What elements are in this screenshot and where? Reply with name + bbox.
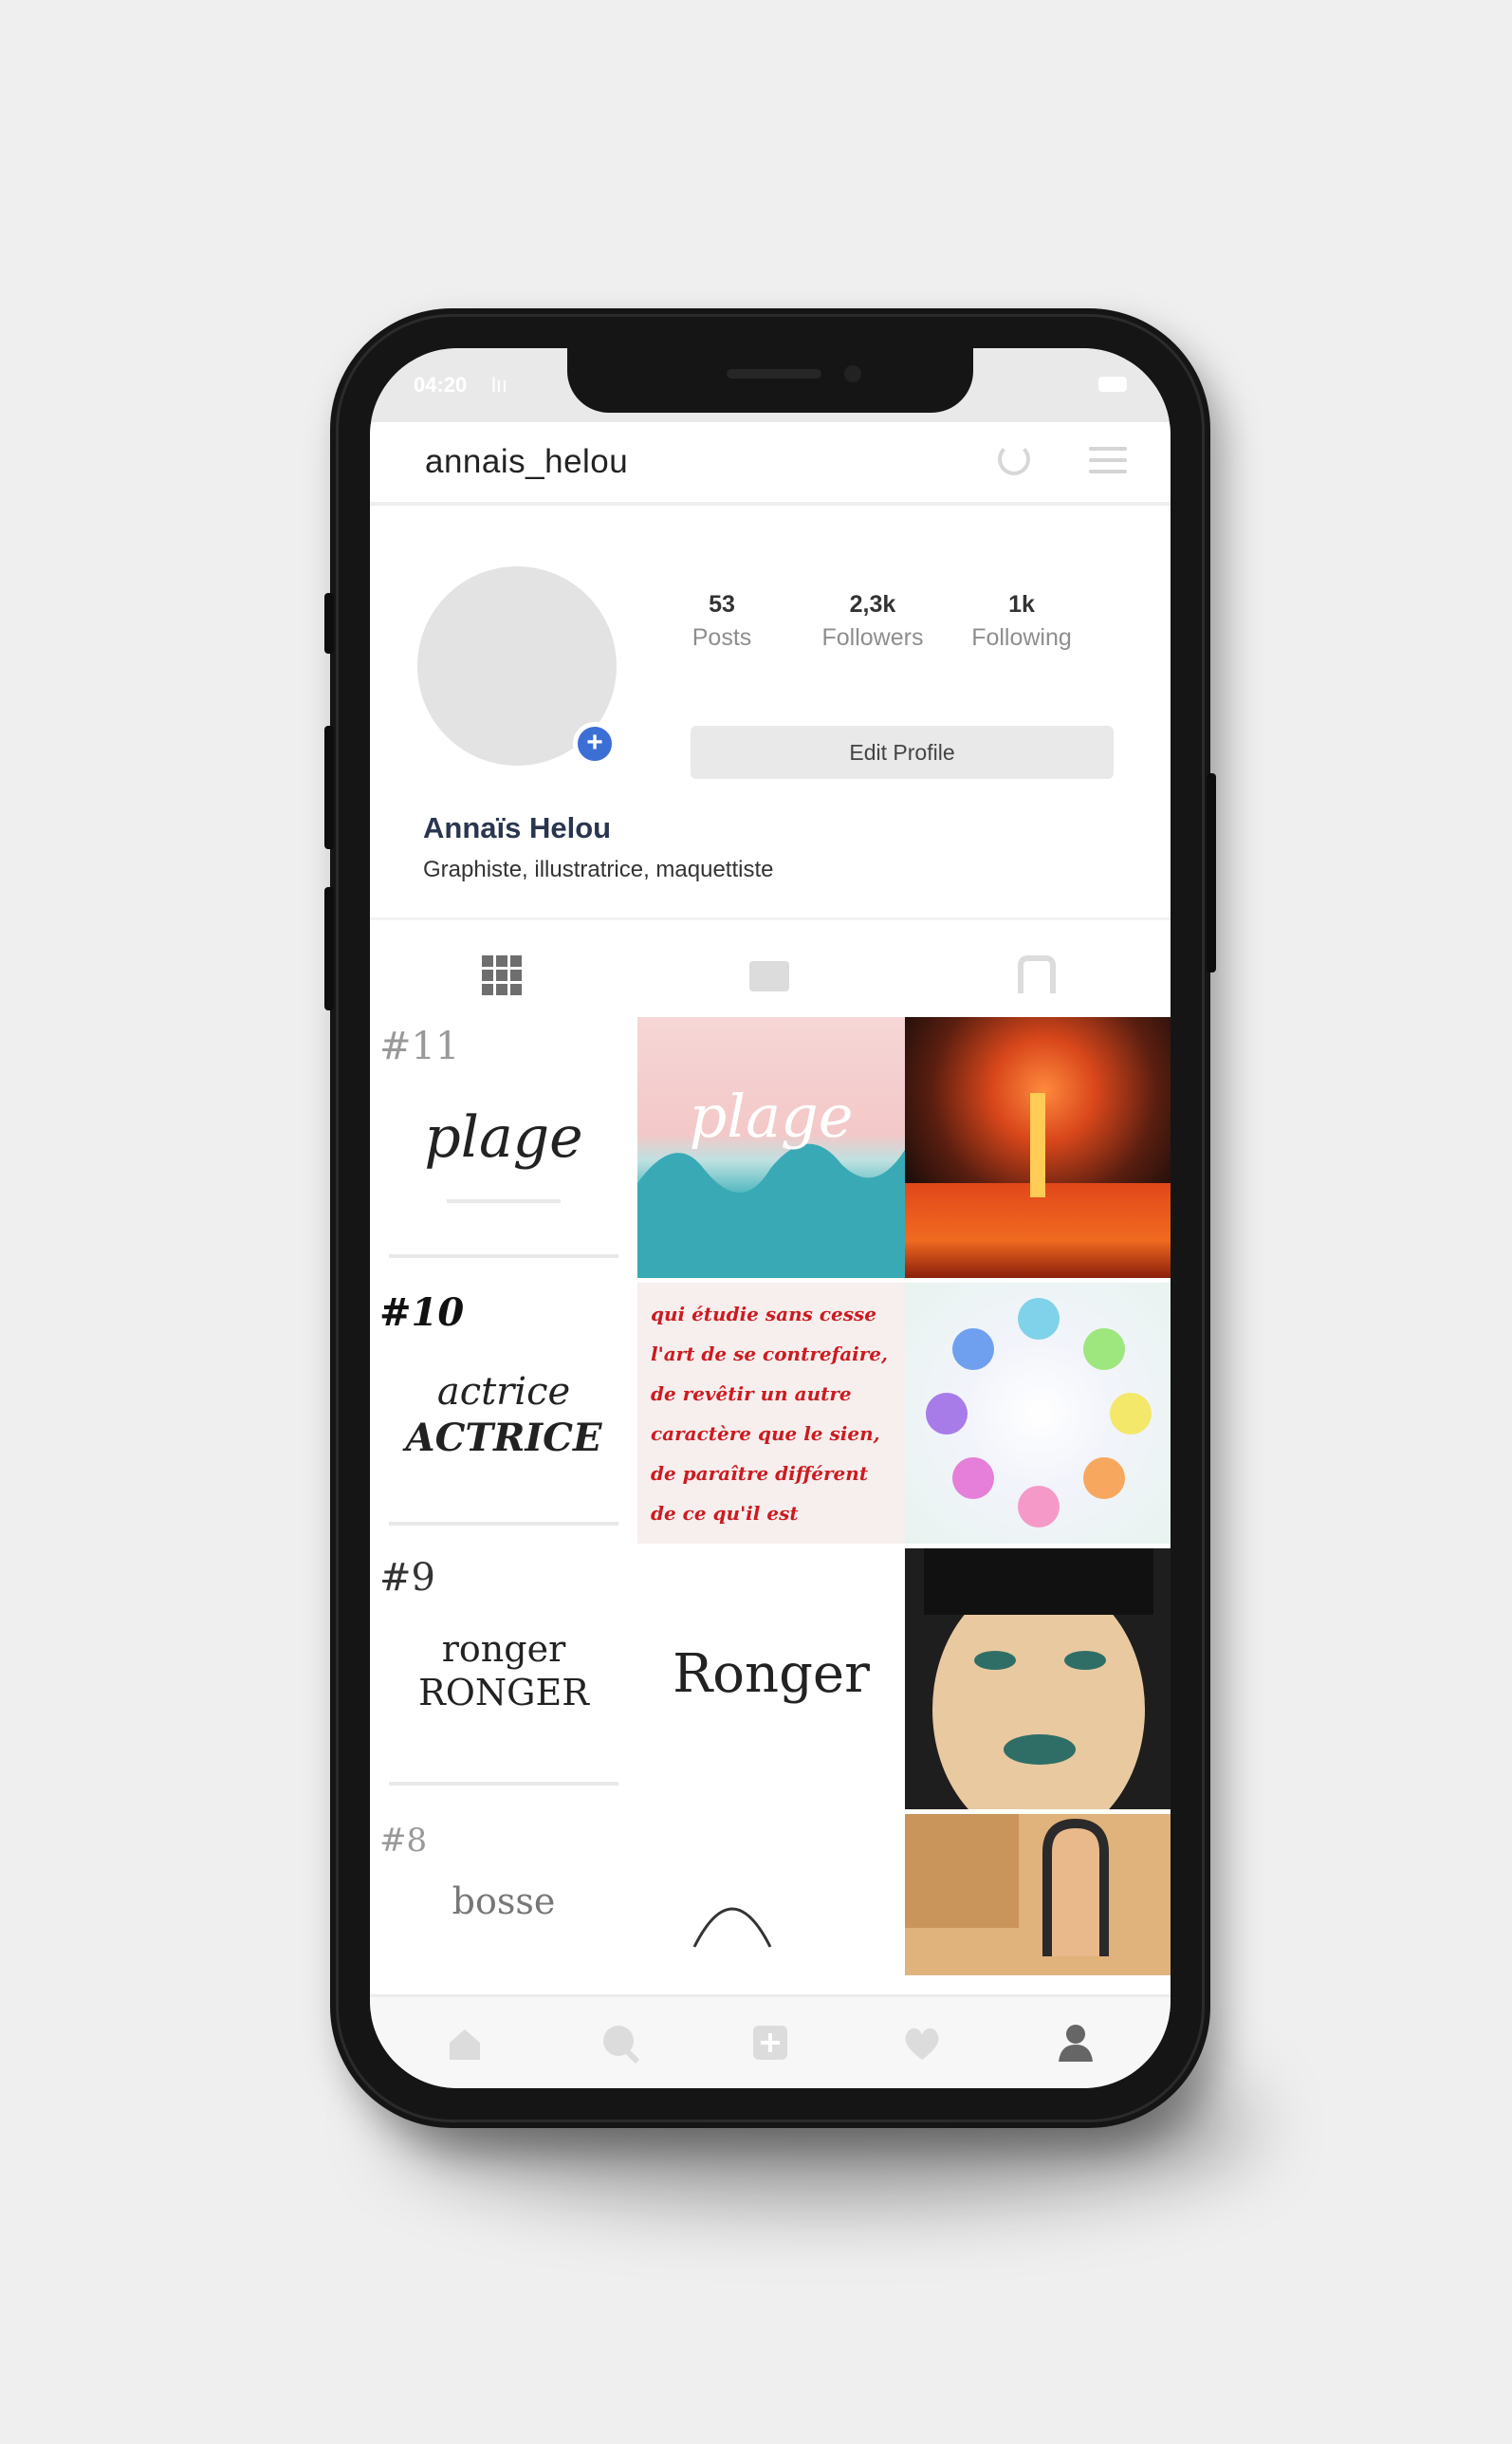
post-11-wave[interactable]: plage	[637, 1017, 905, 1278]
post-8-figure[interactable]	[905, 1814, 1171, 1975]
post-footer	[389, 1782, 618, 1786]
home-icon[interactable]	[444, 2022, 486, 2064]
username: annais_helou	[425, 443, 629, 480]
lava-flow	[905, 1183, 1171, 1278]
following-stat[interactable]: 1k Following	[950, 591, 1093, 652]
following-label: Following	[971, 624, 1072, 651]
power-button	[1207, 773, 1216, 972]
battery-icon	[1098, 377, 1127, 392]
tab-igtv[interactable]	[749, 955, 791, 997]
post-title: plage	[424, 1104, 583, 1171]
masks-illustration	[926, 1298, 1152, 1528]
tagged-icon	[1018, 955, 1056, 993]
post-number: #10	[379, 1290, 465, 1335]
edit-profile-button[interactable]: Edit Profile	[691, 726, 1114, 779]
post-caption	[447, 1199, 561, 1203]
post-title: Ronger	[673, 1643, 870, 1705]
portrait-illustration	[905, 1548, 1171, 1809]
quote-line: de paraître différent	[651, 1462, 869, 1485]
post-8-sketch[interactable]	[637, 1814, 905, 1975]
post-9-portrait[interactable]	[905, 1548, 1171, 1809]
post-number: #11	[379, 1025, 460, 1068]
front-camera	[844, 365, 861, 382]
volume-down-button	[324, 887, 334, 1010]
posts-count: 53	[709, 591, 735, 618]
post-subtitle: ACTRICE	[405, 1416, 602, 1460]
post-footer	[389, 1254, 618, 1258]
post-number: #9	[379, 1556, 435, 1600]
post-title: actrice	[436, 1370, 571, 1414]
following-count: 1k	[1008, 591, 1035, 618]
phone-screen: 04:20 lıı annais_helou + 53 Posts 2,3k F…	[370, 348, 1171, 2088]
post-title: bosse	[452, 1880, 556, 1922]
post-11-volcano[interactable]	[905, 1017, 1171, 1278]
quote-line: de revêtir un autre	[651, 1382, 852, 1405]
quote-line: de ce qu'il est	[651, 1502, 799, 1525]
post-number: #8	[379, 1822, 428, 1860]
post-title: plage	[689, 1082, 854, 1151]
post-8-title[interactable]: #8 bosse	[370, 1814, 637, 1975]
add-story-icon[interactable]: +	[573, 722, 617, 766]
tv-icon	[749, 961, 789, 991]
heart-icon[interactable]	[901, 2022, 943, 2064]
profile-name: Annaïs Helou	[423, 811, 612, 844]
post-footer	[389, 1522, 618, 1526]
silent-switch	[324, 593, 334, 654]
followers-label: Followers	[821, 624, 924, 651]
quote-line: l'art de se contrefaire,	[651, 1342, 888, 1365]
notch	[567, 348, 973, 413]
post-subtitle: RONGER	[418, 1672, 589, 1713]
posts-label: Posts	[691, 624, 752, 651]
quote-line: caractère que le sien,	[651, 1422, 880, 1445]
phone-frame: 04:20 lıı annais_helou + 53 Posts 2,3k F…	[324, 308, 1216, 2128]
tab-grid[interactable]	[482, 955, 524, 997]
quote-line: qui étudie sans cesse	[651, 1303, 876, 1325]
signal-icon: lıı	[491, 373, 508, 397]
posts-stat[interactable]: 53 Posts	[651, 591, 793, 652]
history-icon[interactable]	[998, 443, 1030, 475]
post-9-title[interactable]: #9 ronger RONGER	[370, 1548, 637, 1809]
add-icon[interactable]	[749, 2022, 791, 2064]
post-title: ronger	[441, 1628, 566, 1670]
divider	[370, 917, 1171, 920]
sketch-illustration	[692, 1907, 772, 1948]
grid-icon	[482, 955, 524, 995]
menu-icon[interactable]	[1089, 447, 1127, 475]
profile-header: annais_helou	[370, 422, 1171, 506]
tab-tagged[interactable]	[1018, 955, 1060, 997]
profile-icon[interactable]	[1055, 2022, 1097, 2064]
followers-count: 2,3k	[849, 591, 896, 618]
post-grid: #11 plage plage #10 actrice ACTRICE qui …	[370, 1017, 1171, 1975]
post-10-title[interactable]: #10 actrice ACTRICE	[370, 1283, 637, 1544]
lava-fall	[1030, 1093, 1045, 1197]
followers-stat[interactable]: 2,3k Followers	[802, 591, 944, 652]
speaker	[727, 369, 821, 379]
bottom-nav	[370, 1994, 1171, 2088]
post-10-masks[interactable]	[905, 1283, 1171, 1544]
post-11-title[interactable]: #11 plage	[370, 1017, 637, 1278]
post-9-ronger[interactable]: Ronger	[637, 1548, 905, 1809]
status-time: 04:20	[414, 373, 468, 397]
figure-illustration	[905, 1814, 1109, 1956]
search-icon[interactable]	[599, 2022, 641, 2064]
quote-text: qui étudie sans cesse l'art de se contre…	[651, 1294, 897, 1533]
volume-up-button	[324, 726, 334, 849]
profile-bio: Graphiste, illustratrice, maquettiste	[423, 857, 774, 882]
post-10-quote[interactable]: qui étudie sans cesse l'art de se contre…	[637, 1283, 905, 1544]
